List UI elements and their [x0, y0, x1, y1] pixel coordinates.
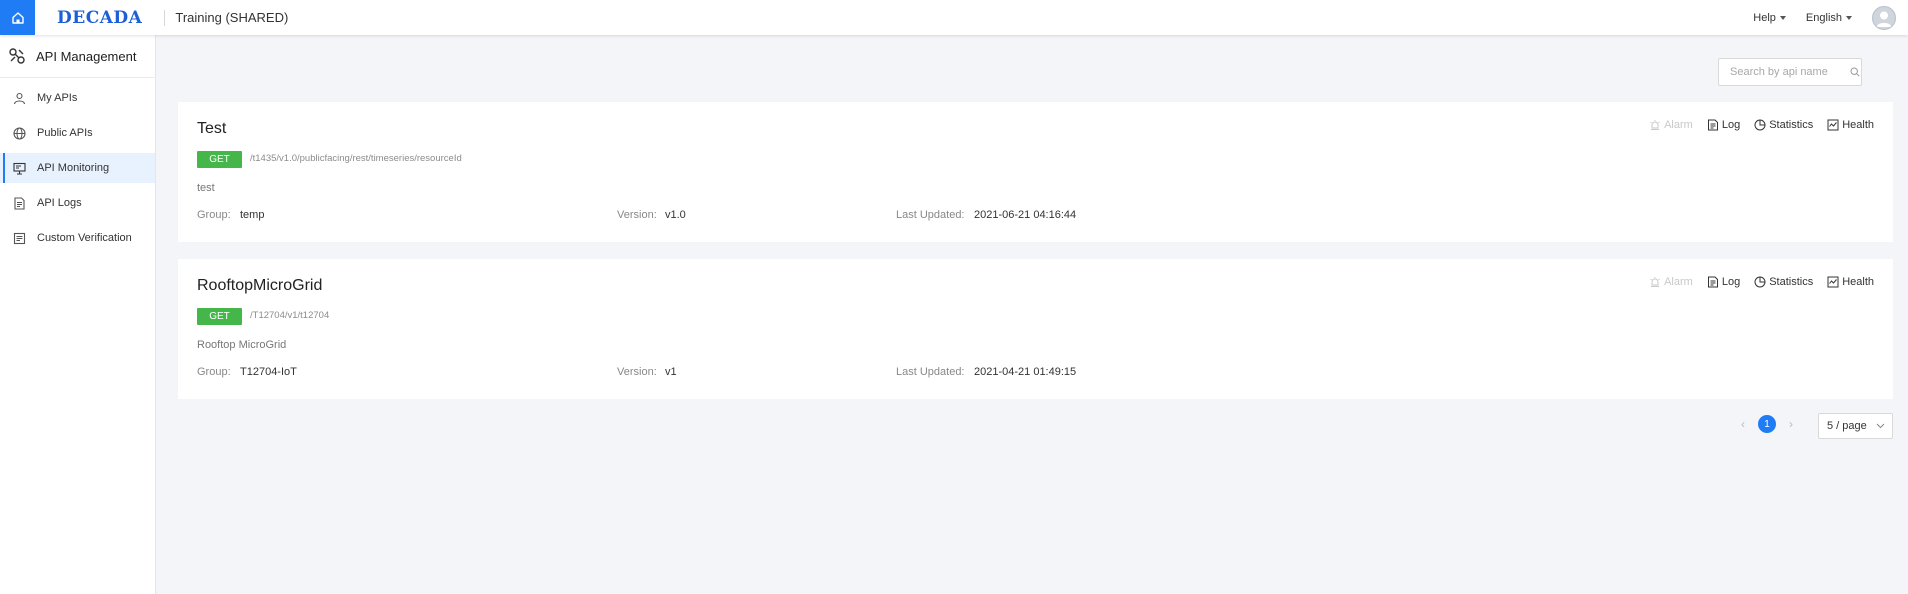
sidebar-item-api-monitoring[interactable]: API Monitoring	[0, 153, 155, 183]
header-divider	[164, 9, 166, 26]
caret-down-icon	[1779, 15, 1786, 20]
next-page-icon[interactable]: ›	[1782, 415, 1800, 433]
sidebar-header: API Management	[0, 35, 155, 78]
document-icon	[12, 196, 26, 210]
api-path: /t1435/v1.0/publicfacing/rest/timeseries…	[250, 153, 462, 164]
workspace-name[interactable]: Training (SHARED)	[175, 10, 288, 25]
page-size-value: 5 / page	[1827, 420, 1867, 432]
statistics-label: Statistics	[1769, 119, 1814, 131]
health-label: Health	[1842, 119, 1874, 131]
sidebar-item-label: API Monitoring	[37, 162, 110, 174]
log-action[interactable]: Log	[1707, 276, 1740, 288]
sidebar-item-api-logs[interactable]: API Logs	[0, 188, 155, 218]
checklist-icon	[12, 231, 26, 245]
statistics-action[interactable]: Statistics	[1754, 276, 1813, 288]
decada-logo[interactable]: DECADA	[57, 8, 142, 28]
health-action[interactable]: Health	[1827, 276, 1874, 288]
api-card[interactable]: RooftopMicroGrid Alarm Log Statistics He…	[178, 259, 1893, 399]
version-label: Version:	[617, 366, 657, 378]
api-actions: Alarm Log Statistics Health	[1635, 119, 1874, 131]
version-value: v1	[665, 366, 677, 378]
health-action[interactable]: Health	[1827, 119, 1874, 131]
sidebar-item-label: Custom Verification	[37, 232, 132, 244]
api-card[interactable]: Test Alarm Log Statistics Health GET /t1…	[178, 102, 1893, 242]
user-avatar[interactable]	[1872, 5, 1896, 30]
pie-chart-icon	[1754, 276, 1766, 288]
log-label: Log	[1721, 119, 1741, 131]
statistics-label: Statistics	[1769, 276, 1814, 288]
api-path: /T12704/v1/t12704	[250, 310, 330, 321]
api-management-icon	[9, 48, 25, 64]
group-label: Group:	[197, 209, 231, 221]
language-label: English	[1805, 11, 1842, 24]
sidebar-item-my-apis[interactable]: My APIs	[0, 83, 155, 113]
language-menu[interactable]: English	[1806, 12, 1852, 24]
monitor-icon	[12, 161, 26, 175]
globe-icon	[12, 126, 26, 140]
health-icon	[1827, 276, 1839, 288]
help-menu[interactable]: Help	[1753, 12, 1786, 24]
sidebar-item-public-apis[interactable]: Public APIs	[0, 118, 155, 148]
log-icon	[1707, 276, 1719, 288]
method-badge: GET	[197, 151, 242, 168]
search-icon[interactable]	[1850, 67, 1860, 77]
sidebar-item-label: Public APIs	[37, 127, 93, 139]
prev-page-icon[interactable]: ‹	[1734, 415, 1752, 433]
health-icon	[1827, 119, 1839, 131]
alarm-label: Alarm	[1664, 119, 1693, 131]
caret-down-icon	[1846, 15, 1852, 20]
page-number-current[interactable]: 1	[1758, 415, 1776, 433]
log-label: Log	[1721, 276, 1741, 288]
alarm-action[interactable]: Alarm	[1649, 276, 1693, 288]
sidebar-item-label: API Logs	[37, 197, 82, 209]
last-updated-label: Last Updated:	[896, 366, 965, 378]
api-name[interactable]: Test	[197, 120, 226, 138]
chevron-down-icon	[1876, 423, 1885, 429]
pagination: ‹ 1 ›	[1734, 415, 1800, 433]
top-bar: DECADA Training (SHARED) Help English	[0, 0, 1908, 35]
version-label: Version:	[617, 209, 657, 221]
user-icon	[12, 91, 26, 105]
api-description: Rooftop MicroGrid	[197, 339, 287, 351]
health-label: Health	[1842, 276, 1874, 288]
help-label: Help	[1753, 11, 1776, 24]
log-icon	[1707, 119, 1719, 131]
group-label: Group:	[197, 366, 231, 378]
avatar-icon	[1876, 11, 1892, 27]
last-updated-value: 2021-06-21 04:16:44	[974, 209, 1077, 221]
api-name[interactable]: RooftopMicroGrid	[197, 277, 322, 295]
sidebar-title: API Management	[36, 48, 137, 64]
search-box	[1718, 58, 1862, 86]
statistics-action[interactable]: Statistics	[1754, 119, 1813, 131]
group-value: T12704-IoT	[240, 366, 297, 378]
alarm-label: Alarm	[1664, 276, 1693, 288]
page-size-select[interactable]: 5 / page	[1818, 413, 1893, 439]
method-badge: GET	[197, 308, 242, 325]
alarm-icon	[1649, 119, 1661, 131]
last-updated-value: 2021-04-21 01:49:15	[974, 366, 1077, 378]
home-icon	[11, 11, 24, 24]
group-value: temp	[240, 209, 265, 221]
alarm-icon	[1649, 276, 1661, 288]
api-description: test	[197, 182, 215, 194]
api-actions: Alarm Log Statistics Health	[1635, 276, 1874, 288]
pie-chart-icon	[1754, 119, 1766, 131]
sidebar: API Management My APIs Public APIs API M…	[0, 35, 156, 594]
home-button[interactable]	[0, 0, 35, 35]
alarm-action[interactable]: Alarm	[1649, 119, 1693, 131]
search-input[interactable]	[1728, 65, 1850, 79]
version-value: v1.0	[665, 209, 686, 221]
last-updated-label: Last Updated:	[896, 209, 965, 221]
log-action[interactable]: Log	[1707, 119, 1740, 131]
sidebar-item-label: My APIs	[37, 92, 78, 104]
sidebar-item-custom-verification[interactable]: Custom Verification	[0, 223, 155, 253]
